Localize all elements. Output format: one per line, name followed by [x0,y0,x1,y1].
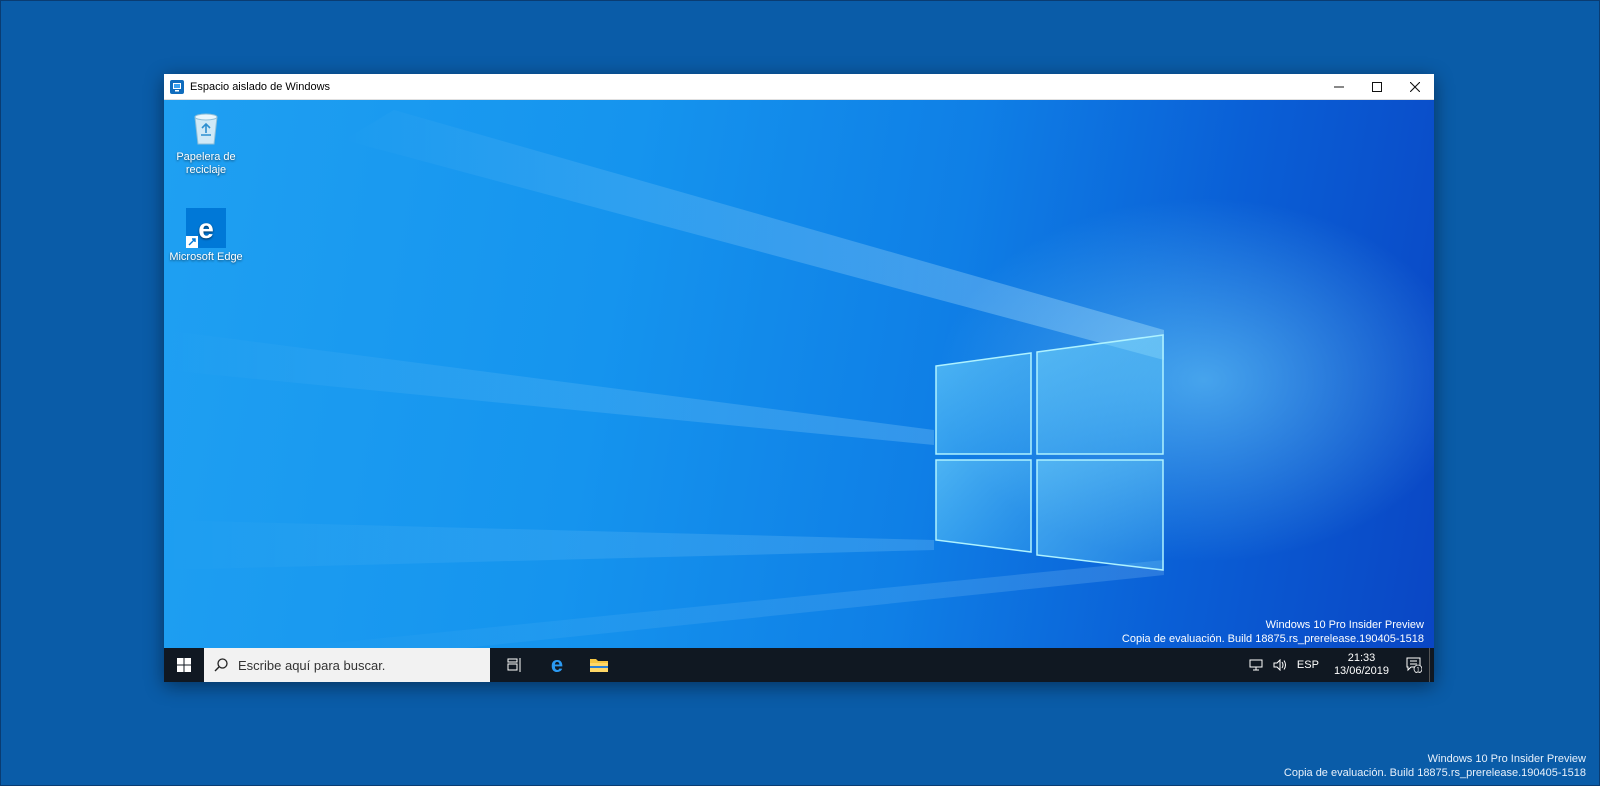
close-icon [1410,81,1420,92]
edge-icon: e [551,655,563,675]
edge-icon: e [186,208,226,248]
task-view-icon [507,658,521,672]
svg-text:e: e [551,655,563,675]
window-titlebar[interactable]: Espacio aislado de Windows [164,74,1434,100]
search-icon [214,658,228,672]
sandbox-desktop[interactable]: Papelera de reciclaje e Microsoft Edge W… [164,100,1434,648]
input-language-button[interactable]: ESP [1292,659,1324,671]
evaluation-watermark: Windows 10 Pro Insider Preview Copia de … [1122,618,1424,646]
host-watermark-line-2: Copia de evaluación. Build 18875.rs_prer… [1283,767,1586,779]
edge-label: Microsoft Edge [169,251,243,263]
host-evaluation-watermark: Windows 10 Pro Insider Preview Copia de … [1284,752,1586,780]
watermark-line-2: Copia de evaluación. Build 18875.rs_prer… [1121,633,1424,645]
recycle-bin-label-2: reciclaje [185,164,227,176]
svg-text:e: e [198,213,214,244]
taskbar: Escribe aquí para buscar. e ESP 21:33 13… [164,648,1434,682]
taskbar-edge-button[interactable]: e [536,648,578,682]
taskbar-clock[interactable]: 21:33 13/06/2019 [1324,652,1399,678]
minimize-icon [1334,86,1344,87]
watermark-line-1: Windows 10 Pro Insider Preview [1265,619,1424,631]
start-button[interactable] [164,648,204,682]
clock-date: 13/06/2019 [1333,665,1389,677]
action-center-button[interactable]: 1 [1399,657,1429,673]
notification-icon: 1 [1406,657,1422,673]
host-watermark-line-1: Windows 10 Pro Insider Preview [1427,753,1586,765]
folder-icon [590,659,608,672]
recycle-bin-icon [186,108,226,148]
network-button[interactable] [1244,659,1268,671]
show-desktop-button[interactable] [1429,648,1434,682]
desktop-icon-edge[interactable]: e Microsoft Edge [168,208,244,264]
sandbox-app-icon [170,79,184,94]
taskbar-search-box[interactable]: Escribe aquí para buscar. [204,648,490,682]
maximize-button[interactable] [1358,74,1396,99]
system-tray: ESP 21:33 13/06/2019 1 [1244,648,1434,682]
close-button[interactable] [1396,74,1434,99]
window-controls [1320,74,1434,99]
taskbar-file-explorer-button[interactable] [578,648,620,682]
network-icon [1249,659,1263,671]
recycle-bin-label: Papelera de [176,151,236,163]
task-view-button[interactable] [494,648,536,682]
volume-icon [1273,659,1286,671]
minimize-button[interactable] [1320,74,1358,99]
windows-start-icon [177,658,191,672]
volume-button[interactable] [1268,659,1292,671]
maximize-icon [1372,81,1382,92]
clock-time: 21:33 [1347,652,1376,664]
window-title: Espacio aislado de Windows [190,80,331,93]
desktop-icon-recycle-bin[interactable]: Papelera de reciclaje [168,108,244,177]
sandbox-window: Espacio aislado de Windows Papelera de r… [164,74,1434,682]
search-placeholder: Escribe aquí para buscar. [238,657,386,673]
wallpaper-windows-logo [164,110,1164,648]
